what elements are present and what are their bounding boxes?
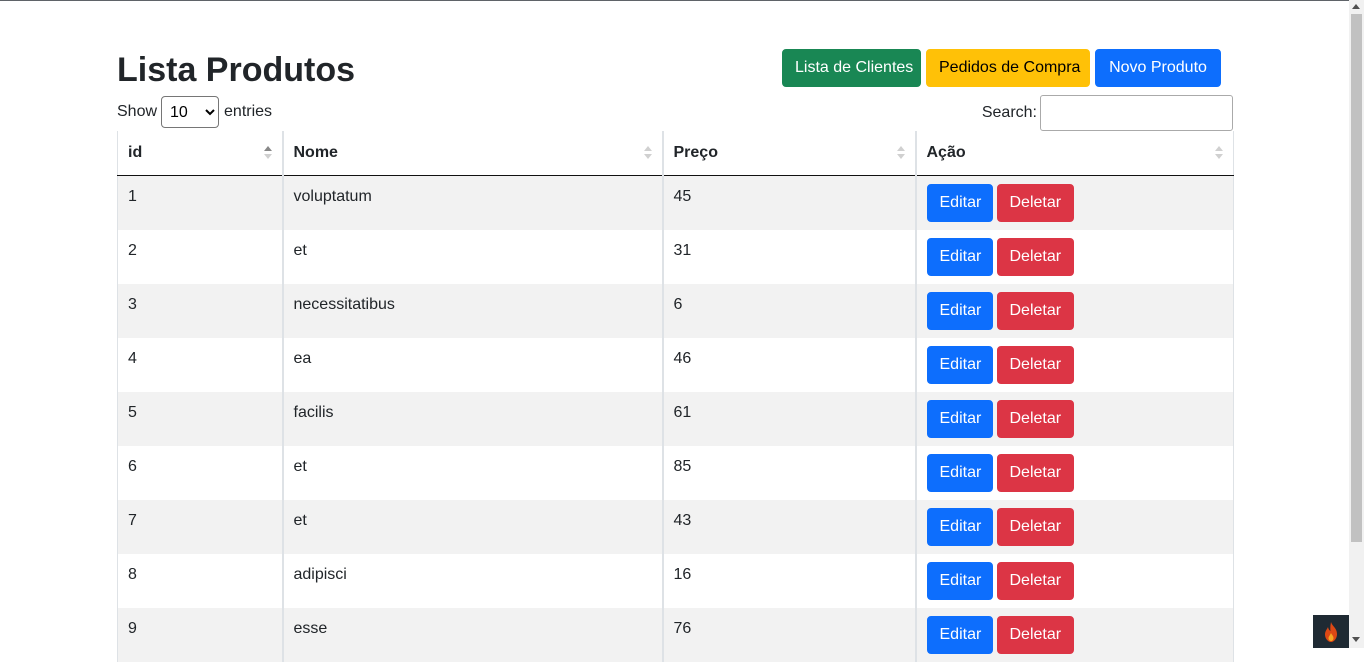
cell-nome: necessitatibus [281, 283, 663, 338]
cell-preco: 31 [661, 229, 916, 284]
table-header-row: id Nome Preço Ação [117, 131, 1234, 176]
edit-button[interactable]: Editar [926, 184, 993, 222]
cell-acao: Editar Deletar [914, 283, 1234, 338]
table-row: 1 voluptatum 45 Editar Deletar [117, 175, 1234, 230]
cell-nome: facilis [281, 391, 663, 446]
delete-button[interactable]: Deletar [996, 291, 1074, 330]
delete-button[interactable]: Deletar [996, 237, 1074, 276]
edit-button[interactable]: Editar [926, 291, 993, 330]
cell-id: 2 [117, 229, 283, 284]
sort-arrows-icon [1215, 146, 1223, 160]
entries-label: entries [224, 103, 273, 120]
column-header-nome[interactable]: Nome [281, 131, 663, 176]
cell-id: 7 [117, 499, 283, 554]
cell-id: 5 [117, 391, 283, 446]
cell-acao: Editar Deletar [914, 445, 1234, 500]
cell-preco: 85 [661, 445, 916, 500]
cell-nome: et [281, 499, 663, 554]
debug-toolbar-toggle[interactable] [1313, 615, 1349, 648]
cell-nome: esse [281, 607, 663, 662]
window-top-border [0, 0, 1364, 1]
scroll-down-arrow-icon[interactable] [1352, 637, 1360, 642]
vertical-scrollbar[interactable] [1349, 0, 1364, 648]
clients-list-button[interactable]: Lista de Clientes [782, 49, 921, 87]
cell-acao: Editar Deletar [914, 391, 1234, 446]
cell-preco: 6 [661, 283, 916, 338]
cell-preco: 76 [661, 607, 916, 662]
show-label: Show [117, 103, 158, 120]
edit-button[interactable]: Editar [926, 237, 993, 276]
cell-nome: voluptatum [281, 175, 663, 230]
cell-acao: Editar Deletar [914, 337, 1234, 392]
sort-arrows-icon [643, 146, 652, 160]
cell-preco: 43 [661, 499, 916, 554]
delete-button[interactable]: Deletar [996, 399, 1074, 438]
scroll-up-arrow-icon[interactable] [1352, 4, 1360, 9]
search-label: Search: [981, 104, 1037, 121]
table-row: 8 adipisci 16 Editar Deletar [117, 553, 1234, 608]
page-length-control: Show 10 entries [117, 96, 272, 128]
cell-id: 8 [117, 553, 283, 608]
search-control: Search: [982, 95, 1233, 131]
cell-acao: Editar Deletar [914, 175, 1234, 230]
delete-button[interactable]: Deletar [996, 507, 1074, 546]
edit-button[interactable]: Editar [926, 561, 993, 600]
new-product-button[interactable]: Novo Produto [1095, 49, 1221, 87]
column-header-acao[interactable]: Ação [914, 131, 1234, 176]
header-actions: Lista de Clientes Pedidos de Compra Novo… [782, 49, 1221, 87]
delete-button[interactable]: Deletar [996, 453, 1074, 492]
cell-id: 9 [117, 607, 283, 662]
cell-nome: ea [281, 337, 663, 392]
cell-acao: Editar Deletar [914, 229, 1234, 284]
cell-preco: 45 [661, 175, 916, 230]
edit-button[interactable]: Editar [926, 345, 993, 384]
cell-nome: et [281, 229, 663, 284]
sort-arrows-icon [896, 146, 905, 160]
cell-id: 6 [117, 445, 283, 500]
column-header-id[interactable]: id [117, 131, 283, 176]
table-row: 5 facilis 61 Editar Deletar [117, 391, 1234, 446]
table-row: 4 ea 46 Editar Deletar [117, 337, 1234, 392]
column-header-label: Ação [926, 144, 966, 161]
cell-id: 4 [117, 337, 283, 392]
cell-id: 3 [117, 283, 283, 338]
search-input[interactable] [1040, 95, 1233, 131]
cell-acao: Editar Deletar [914, 607, 1234, 662]
purchase-orders-button[interactable]: Pedidos de Compra [926, 49, 1090, 87]
table-row: 7 et 43 Editar Deletar [117, 499, 1234, 554]
flame-icon [1325, 622, 1337, 642]
table-row: 2 et 31 Editar Deletar [117, 229, 1234, 284]
cell-preco: 61 [661, 391, 916, 446]
edit-button[interactable]: Editar [926, 507, 993, 546]
cell-id: 1 [117, 175, 283, 230]
table-row: 3 necessitatibus 6 Editar Deletar [117, 283, 1234, 338]
delete-button[interactable]: Deletar [996, 184, 1074, 222]
column-header-label: id [128, 144, 143, 161]
column-header-label: Preço [673, 144, 718, 161]
table-row: 6 et 85 Editar Deletar [117, 445, 1234, 500]
table-row: 9 esse 76 Editar Deletar [117, 607, 1234, 662]
page-title: Lista Produtos [117, 51, 356, 89]
column-header-label: Nome [293, 144, 338, 161]
cell-nome: et [281, 445, 663, 500]
column-header-preco[interactable]: Preço [661, 131, 916, 176]
cell-nome: adipisci [281, 553, 663, 608]
scrollbar-thumb[interactable] [1351, 14, 1362, 542]
page-length-select[interactable]: 10 [161, 96, 220, 128]
cell-acao: Editar Deletar [914, 553, 1234, 608]
cell-preco: 46 [661, 337, 916, 392]
delete-button[interactable]: Deletar [996, 345, 1074, 384]
cell-preco: 16 [661, 553, 916, 608]
cell-acao: Editar Deletar [914, 499, 1234, 554]
sort-arrows-icon [263, 146, 272, 160]
delete-button[interactable]: Deletar [996, 561, 1074, 600]
edit-button[interactable]: Editar [926, 399, 993, 438]
products-table: id Nome Preço Ação 1 voluptatum 45 Edita… [117, 131, 1234, 662]
edit-button[interactable]: Editar [926, 453, 993, 492]
